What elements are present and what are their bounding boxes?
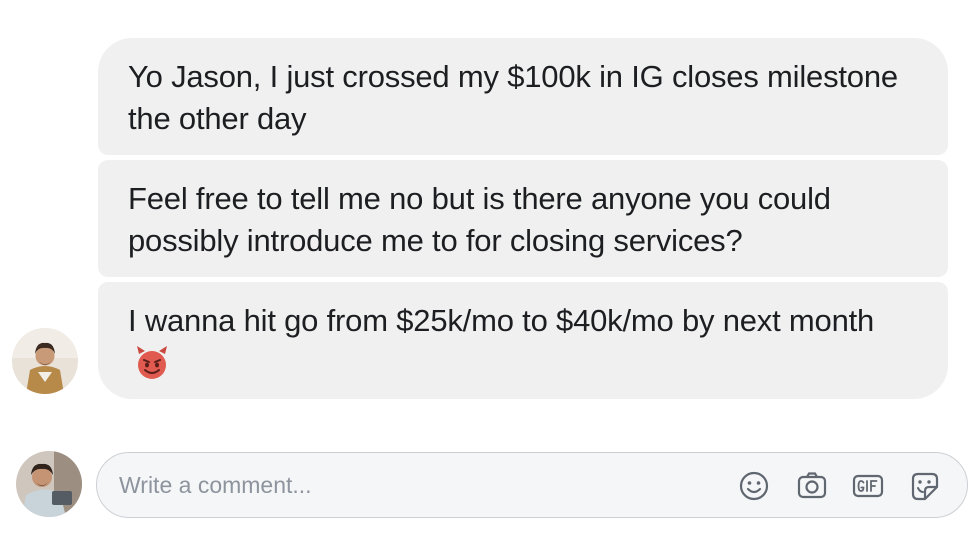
camera-icon[interactable]	[795, 469, 829, 503]
message-bubble: Yo Jason, I just crossed my $100k in IG …	[98, 38, 948, 155]
message-text: I wanna hit go from $25k/mo to $40k/mo b…	[128, 303, 875, 338]
message-text: Feel free to tell me no but is there any…	[128, 181, 831, 258]
emoji-icon[interactable]	[737, 469, 771, 503]
message-bubble: Feel free to tell me no but is there any…	[98, 160, 948, 277]
comment-thread: Yo Jason, I just crossed my $100k in IG …	[0, 0, 980, 534]
comment-composer	[96, 452, 968, 518]
user-avatar[interactable]	[16, 451, 82, 517]
gif-icon[interactable]	[851, 469, 885, 503]
comment-input[interactable]	[119, 467, 699, 503]
message-text: Yo Jason, I just crossed my $100k in IG …	[128, 59, 898, 136]
smiling-devil-emoji	[134, 345, 170, 381]
sticker-icon[interactable]	[907, 469, 941, 503]
sender-avatar[interactable]	[12, 328, 78, 394]
message-bubble: I wanna hit go from $25k/mo to $40k/mo b…	[98, 282, 948, 399]
